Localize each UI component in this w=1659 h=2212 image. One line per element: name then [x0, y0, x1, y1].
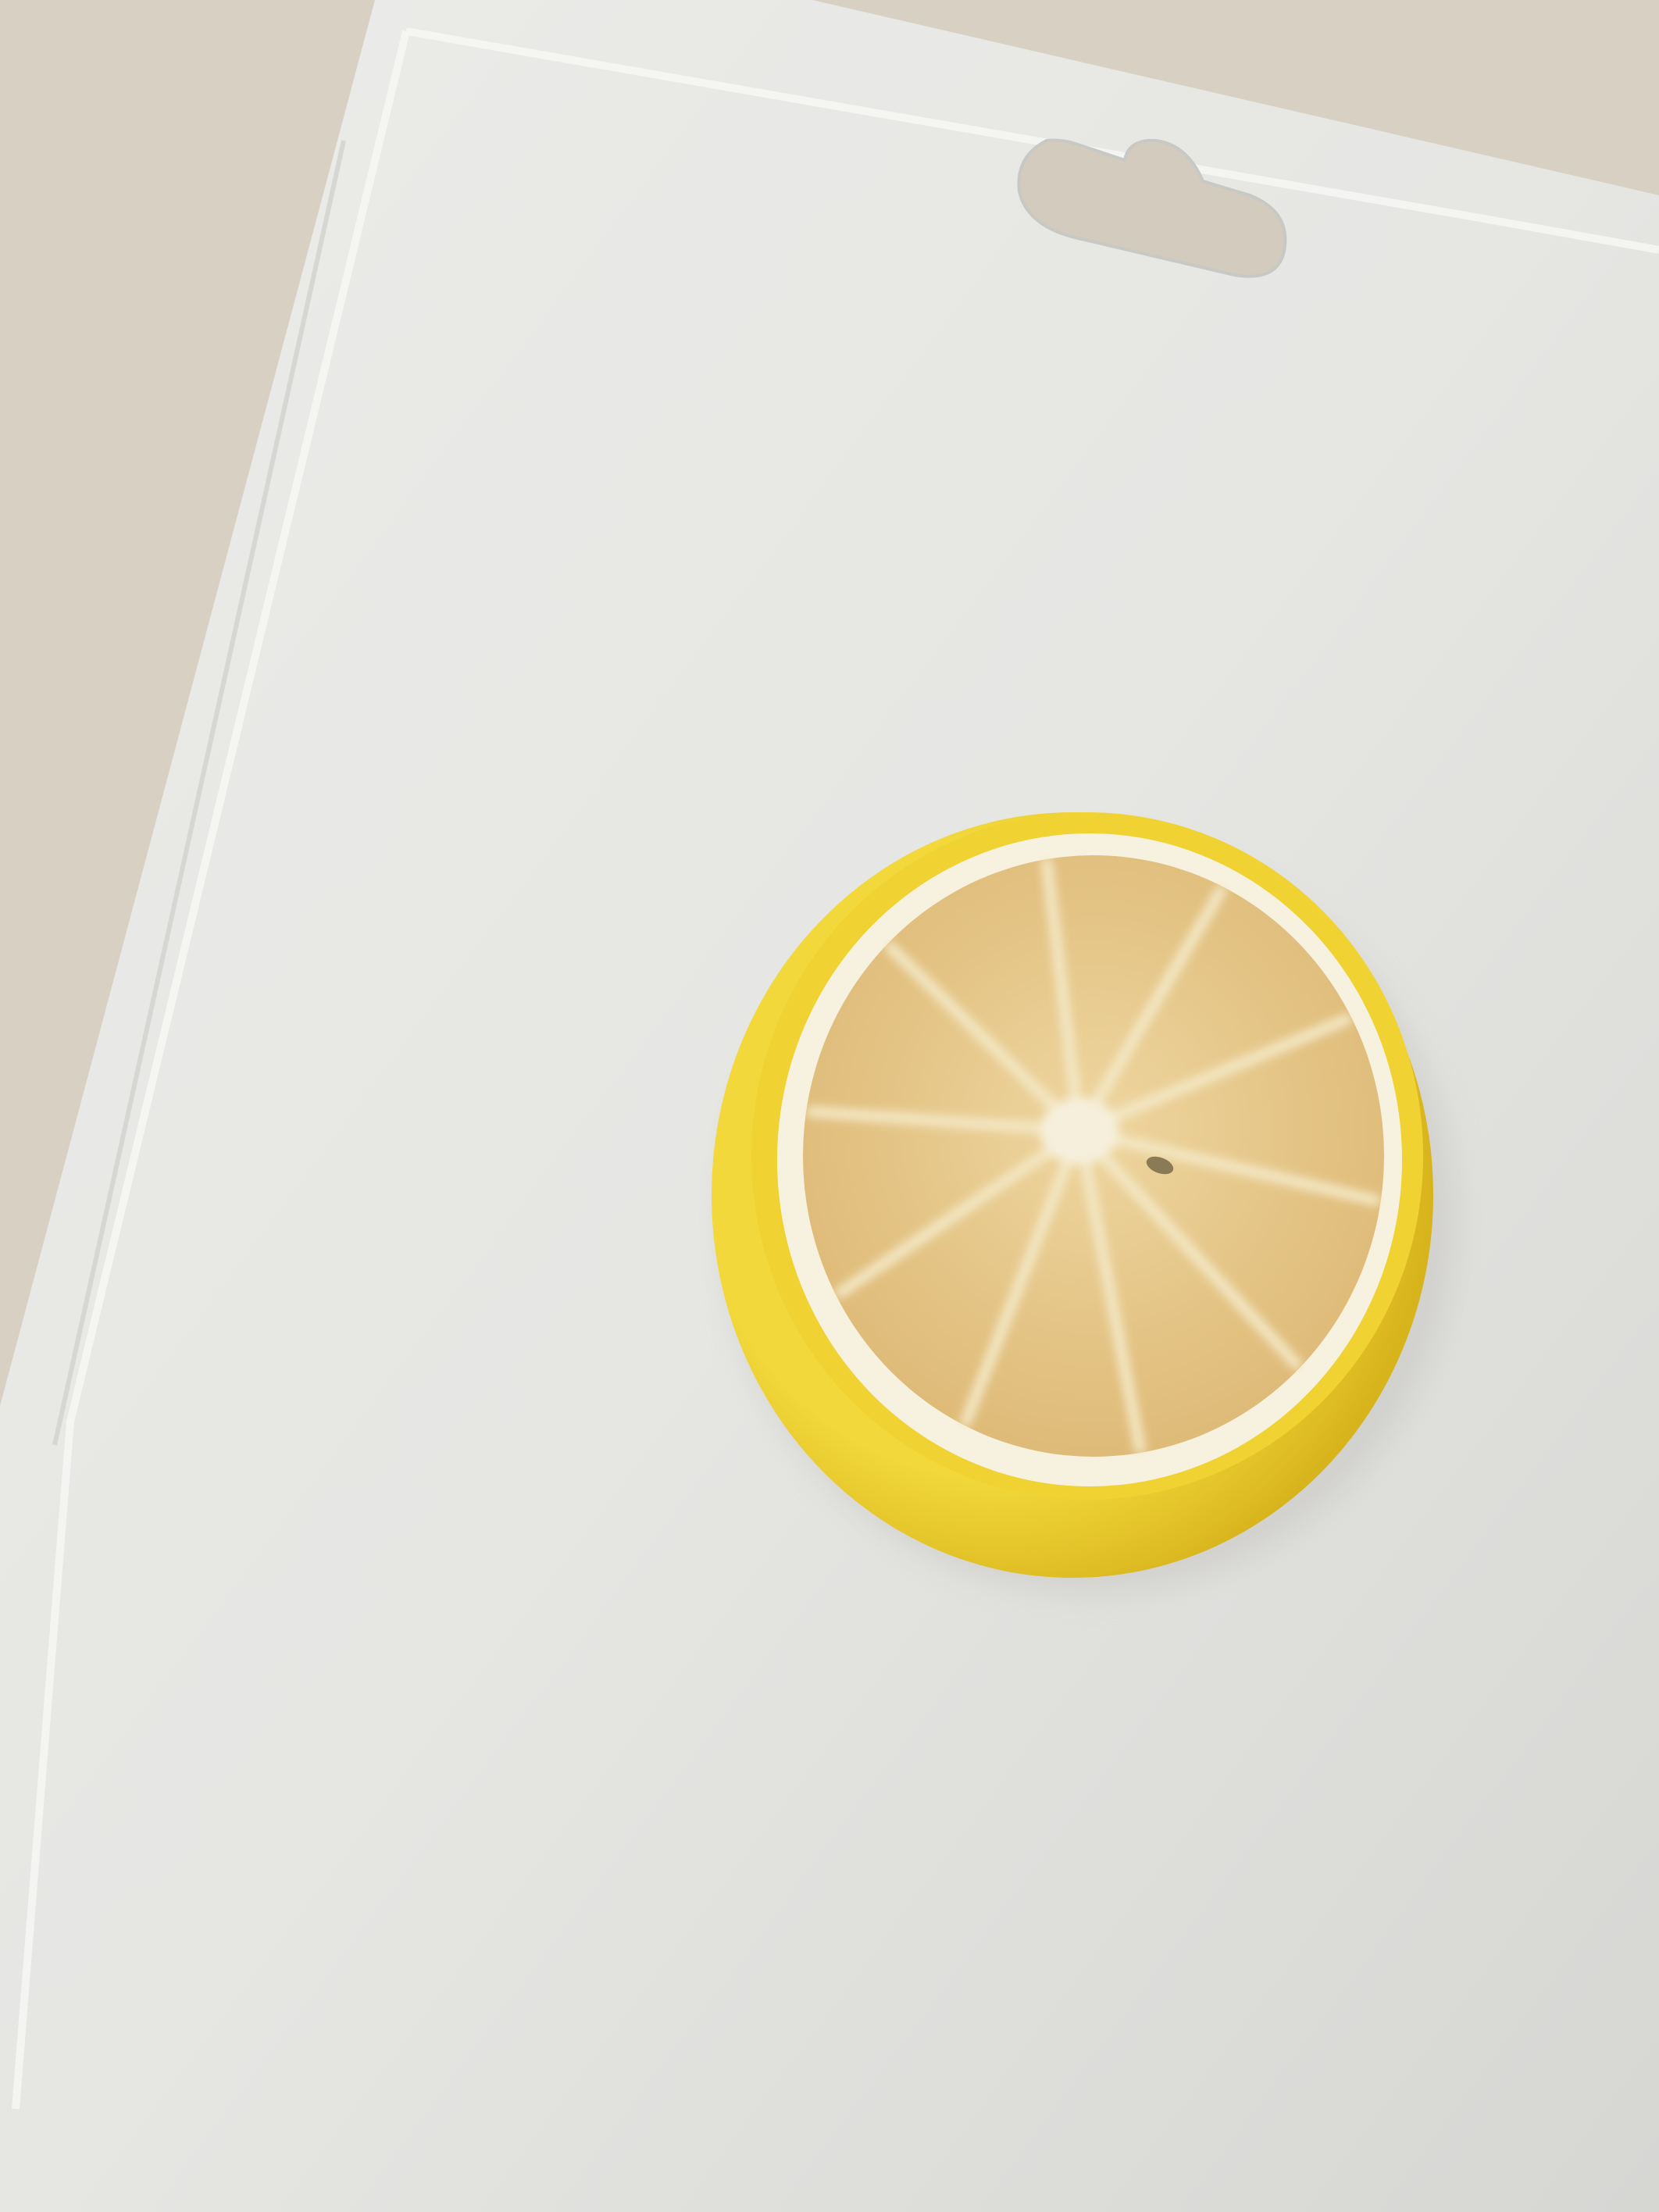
lemon-core: [1040, 1098, 1118, 1164]
photo-scene: [0, 0, 1659, 2212]
lemon-half: [712, 812, 1433, 1578]
